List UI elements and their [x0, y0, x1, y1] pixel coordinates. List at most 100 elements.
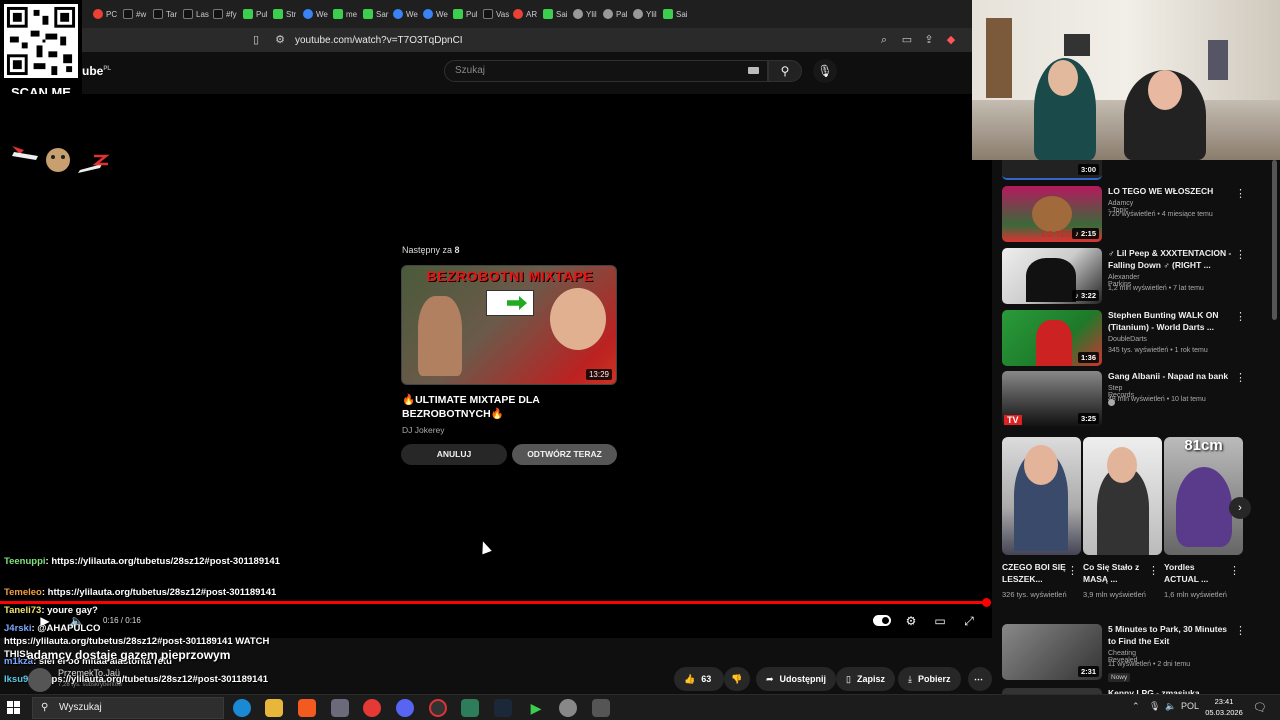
tab-favicon-icon: [453, 9, 463, 19]
dislike-button[interactable]: 👎: [724, 667, 750, 691]
app-icon[interactable]: [461, 699, 479, 717]
browser-tab[interactable]: AR: [510, 3, 540, 25]
face: [1148, 70, 1182, 110]
browser-tab[interactable]: Pul: [240, 3, 270, 25]
browser-tab[interactable]: Vas: [480, 3, 510, 25]
sidebar-scrollbar[interactable]: [1272, 160, 1277, 320]
share-button[interactable]: ➦ Udostępnij: [756, 667, 837, 691]
taskbar-clock[interactable]: 23:41 05.03.2026: [1198, 696, 1250, 718]
up-next-thumbnail[interactable]: BEZROBOTNI MIXTAPE 13:29: [401, 265, 617, 385]
tab-favicon-icon: [333, 9, 343, 19]
voice-search-button[interactable]: 🎙: [813, 59, 837, 83]
chrome-icon[interactable]: [363, 699, 381, 717]
fullscreen-icon[interactable]: ⤢: [960, 613, 978, 629]
app-icon[interactable]: [592, 699, 610, 717]
bookmark-icon[interactable]: ▯: [248, 32, 264, 48]
browser-tab[interactable]: me: [330, 3, 360, 25]
screen-icon[interactable]: ▭: [899, 32, 915, 48]
partial-thumbnail[interactable]: 3:00: [1002, 160, 1102, 180]
up-next-title[interactable]: 🔥ULTIMATE MIXTAPE DLA BEZROBOTNYCH🔥: [402, 393, 617, 421]
browser-tab[interactable]: Sai: [660, 3, 690, 25]
more-options-icon[interactable]: ⋮: [1235, 624, 1246, 638]
more-options-icon[interactable]: ⋮: [1067, 564, 1078, 578]
browser-tab[interactable]: Ylil: [570, 3, 600, 25]
like-button[interactable]: 👍 63: [674, 667, 724, 691]
site-settings-icon[interactable]: ⚙: [272, 32, 288, 48]
search-button[interactable]: ⚲: [768, 60, 802, 82]
browser-tab[interactable]: Pal: [600, 3, 630, 25]
more-options-icon[interactable]: ⋮: [1229, 564, 1240, 578]
browser-tab[interactable]: Ylil: [630, 3, 660, 25]
download-button[interactable]: ⤓ Pobierz: [898, 667, 961, 691]
youtube-logo[interactable]: ubePL: [82, 64, 111, 78]
language-indicator[interactable]: POL: [1181, 701, 1199, 711]
start-button[interactable]: [7, 701, 21, 715]
keyboard-icon[interactable]: [748, 67, 759, 74]
cancel-autoplay-button[interactable]: ANULUJ: [401, 444, 507, 465]
speaker-icon[interactable]: 🔈: [1165, 701, 1176, 712]
app-icon[interactable]: [331, 699, 349, 717]
browser-tab[interactable]: We: [300, 3, 330, 25]
zoom-icon[interactable]: ⌕: [876, 32, 892, 48]
obs-icon[interactable]: [429, 699, 447, 717]
save-button[interactable]: ▯ Zapisz: [836, 667, 895, 691]
steam-icon[interactable]: [494, 699, 512, 717]
short-title: CZEGO BOI SIĘ LESZEK...: [1002, 562, 1066, 584]
video-title: LO TEGO WE WŁOSZECH: [1108, 186, 1214, 196]
share-icon[interactable]: ⇪: [921, 32, 937, 48]
browser-tab[interactable]: Sar: [360, 3, 390, 25]
wall: [972, 0, 1280, 100]
microphone-icon[interactable]: 🎙: [1149, 701, 1160, 712]
theater-mode-icon[interactable]: ▭: [931, 613, 949, 629]
microphone-icon: 🎙: [817, 64, 833, 78]
video-thumbnail[interactable]: ♪ 3:22: [1002, 248, 1102, 304]
kick-icon[interactable]: ▶: [527, 699, 545, 717]
video-thumbnail[interactable]: 1:36: [1002, 310, 1102, 366]
edge-icon[interactable]: [233, 699, 251, 717]
browser-tab[interactable]: Str: [270, 3, 300, 25]
browser-tab[interactable]: #fy: [210, 3, 240, 25]
address-bar: ▯ ⚙ youtube.com/watch?v=T7O3TqDpnCI ⌕ ▭ …: [0, 28, 972, 52]
brave-icon[interactable]: [298, 699, 316, 717]
browser-tab[interactable]: We: [420, 3, 450, 25]
browser-tab[interactable]: Pul: [450, 3, 480, 25]
more-options-icon[interactable]: ⋮: [1148, 564, 1159, 578]
progress-scrubber[interactable]: [982, 598, 991, 607]
tab-favicon-icon: [243, 9, 253, 19]
short-thumbnail[interactable]: 81cm: [1164, 437, 1243, 555]
up-next-channel[interactable]: DJ Jokerey: [402, 425, 445, 435]
video-thumbnail[interactable]: 2:31: [1002, 624, 1102, 680]
video-thumbnail[interactable]: TV 3:25: [1002, 371, 1102, 427]
short-thumbnail[interactable]: [1083, 437, 1162, 555]
tab-label: Tar: [166, 9, 178, 19]
app-icon[interactable]: [559, 699, 577, 717]
browser-tab[interactable]: Sai: [540, 3, 570, 25]
browser-tab[interactable]: PC: [90, 3, 120, 25]
notification-icon[interactable]: 🗨: [1253, 701, 1267, 714]
settings-icon[interactable]: ⚙: [902, 613, 920, 629]
short-thumbnail[interactable]: [1002, 437, 1081, 555]
discord-icon[interactable]: [396, 699, 414, 717]
browser-tab[interactable]: We: [390, 3, 420, 25]
search-input[interactable]: Szukaj: [444, 60, 768, 82]
url-field[interactable]: youtube.com/watch?v=T7O3TqDpnCI: [295, 32, 895, 49]
more-options-icon[interactable]: ⋮: [1235, 371, 1246, 385]
more-options-icon[interactable]: ⋮: [1235, 248, 1246, 262]
taskbar-search[interactable]: ⚲ Wyszukaj: [32, 697, 224, 719]
channel-name[interactable]: PrzemekTo.Jaü: [58, 668, 120, 678]
shorts-next-button[interactable]: ›: [1229, 497, 1251, 519]
play-now-button[interactable]: ODTWÓRZ TERAZ: [512, 444, 617, 465]
browser-tab[interactable]: #w: [120, 3, 150, 25]
autoplay-toggle[interactable]: [873, 615, 891, 626]
more-actions-button[interactable]: ⋯: [968, 667, 992, 691]
more-options-icon[interactable]: ⋮: [1235, 187, 1246, 201]
more-options-icon[interactable]: ⋮: [1235, 310, 1246, 324]
avatar[interactable]: [28, 668, 52, 692]
brave-shield-icon[interactable]: ◆: [943, 32, 959, 48]
face: [1107, 447, 1137, 483]
browser-tab[interactable]: Las: [180, 3, 210, 25]
chevron-up-icon[interactable]: ⌃: [1132, 701, 1140, 712]
browser-tab[interactable]: Tar: [150, 3, 180, 25]
video-thumbnail[interactable]: LO TEGO ♪ 2:15: [1002, 186, 1102, 242]
file-explorer-icon[interactable]: [265, 699, 283, 717]
